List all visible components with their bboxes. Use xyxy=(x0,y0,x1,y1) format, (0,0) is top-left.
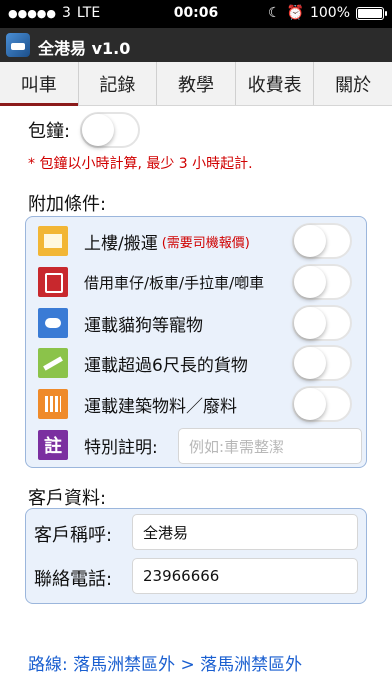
tab-fee-table[interactable]: 收費表 xyxy=(236,62,315,105)
battery-icon xyxy=(356,6,387,20)
option-label: 運載超過6尺長的貨物 xyxy=(84,355,248,376)
option-label: 運載建築物料／廢料 xyxy=(84,396,237,417)
hourly-note: * 包鐘以小時計算, 最少 3 小時起計. xyxy=(28,156,253,172)
option-pet: 運載貓狗等寵物 xyxy=(38,303,358,343)
customer-name-input[interactable]: 全港易 xyxy=(132,514,358,550)
option-trolley: 借用車仔/板車/手拉車/喞車 xyxy=(38,262,358,302)
long-goods-toggle[interactable] xyxy=(292,345,352,381)
hourly-label: 包鐘: xyxy=(28,121,71,142)
option-label: 借用車仔/板車/手拉車/喞車 xyxy=(84,273,265,292)
customer-panel: 客戶稱呼: 全港易 聯絡電話: 23966666 xyxy=(25,508,367,604)
building-material-icon xyxy=(38,389,68,419)
hourly-toggle[interactable] xyxy=(80,112,141,148)
dog-icon xyxy=(38,308,68,338)
hourly-row: 包鐘: xyxy=(28,112,141,148)
tab-tutorial[interactable]: 教學 xyxy=(157,62,236,105)
app-icon xyxy=(6,33,30,57)
option-label: 運載貓狗等寵物 xyxy=(84,315,203,336)
customer-phone-label: 聯絡電話: xyxy=(34,569,113,590)
alarm-icon: ⏰ xyxy=(286,5,304,21)
options-panel: 上樓/搬運 (需要司機報價) 借用車仔/板車/手拉車/喞車 運載貓狗等寵物 運載… xyxy=(25,216,367,468)
customer-phone-input[interactable]: 23966666 xyxy=(132,558,358,594)
battery-percent: 100% xyxy=(309,5,350,21)
tab-about[interactable]: 關於 xyxy=(314,62,392,105)
customer-name-label: 客戶稱呼: xyxy=(34,525,113,546)
route-link[interactable]: 路線: 落馬洲禁區外 > 落馬洲禁區外 xyxy=(28,650,302,675)
title-bar: 全港易 v1.0 xyxy=(0,28,392,62)
option-sublabel: (需要司機報價) xyxy=(161,235,250,251)
status-bar: ●●●●● 3 LTE 00:06 ☾ ⏰ 100% xyxy=(0,0,392,28)
moon-icon: ☾ xyxy=(267,5,281,21)
trolley-toggle[interactable] xyxy=(292,264,352,300)
long-goods-icon xyxy=(38,348,68,378)
option-moving: 上樓/搬運 (需要司機報價) xyxy=(38,221,358,261)
option-long-goods: 運載超過6尺長的貨物 xyxy=(38,343,358,383)
remark-icon: 註 xyxy=(38,430,68,460)
remark-input[interactable]: 例如:車需整潔 xyxy=(178,428,362,464)
option-building-material: 運載建築物料／廢料 xyxy=(38,384,358,424)
building-material-toggle[interactable] xyxy=(292,386,352,422)
moving-toggle[interactable] xyxy=(292,223,352,259)
tab-call-car[interactable]: 叫車 xyxy=(0,62,79,106)
remark-label: 特別註明: xyxy=(84,437,158,458)
customer-section-title: 客戶資料: xyxy=(28,488,107,509)
pet-toggle[interactable] xyxy=(292,305,352,341)
tab-bar: 叫車 記錄 教學 收費表 關於 xyxy=(0,62,392,106)
trolley-icon xyxy=(38,267,68,297)
options-section-title: 附加條件: xyxy=(28,194,107,215)
moving-icon xyxy=(38,226,68,256)
option-label: 上樓/搬運 xyxy=(84,233,158,254)
tab-records[interactable]: 記錄 xyxy=(79,62,158,105)
app-title: 全港易 v1.0 xyxy=(38,39,131,58)
